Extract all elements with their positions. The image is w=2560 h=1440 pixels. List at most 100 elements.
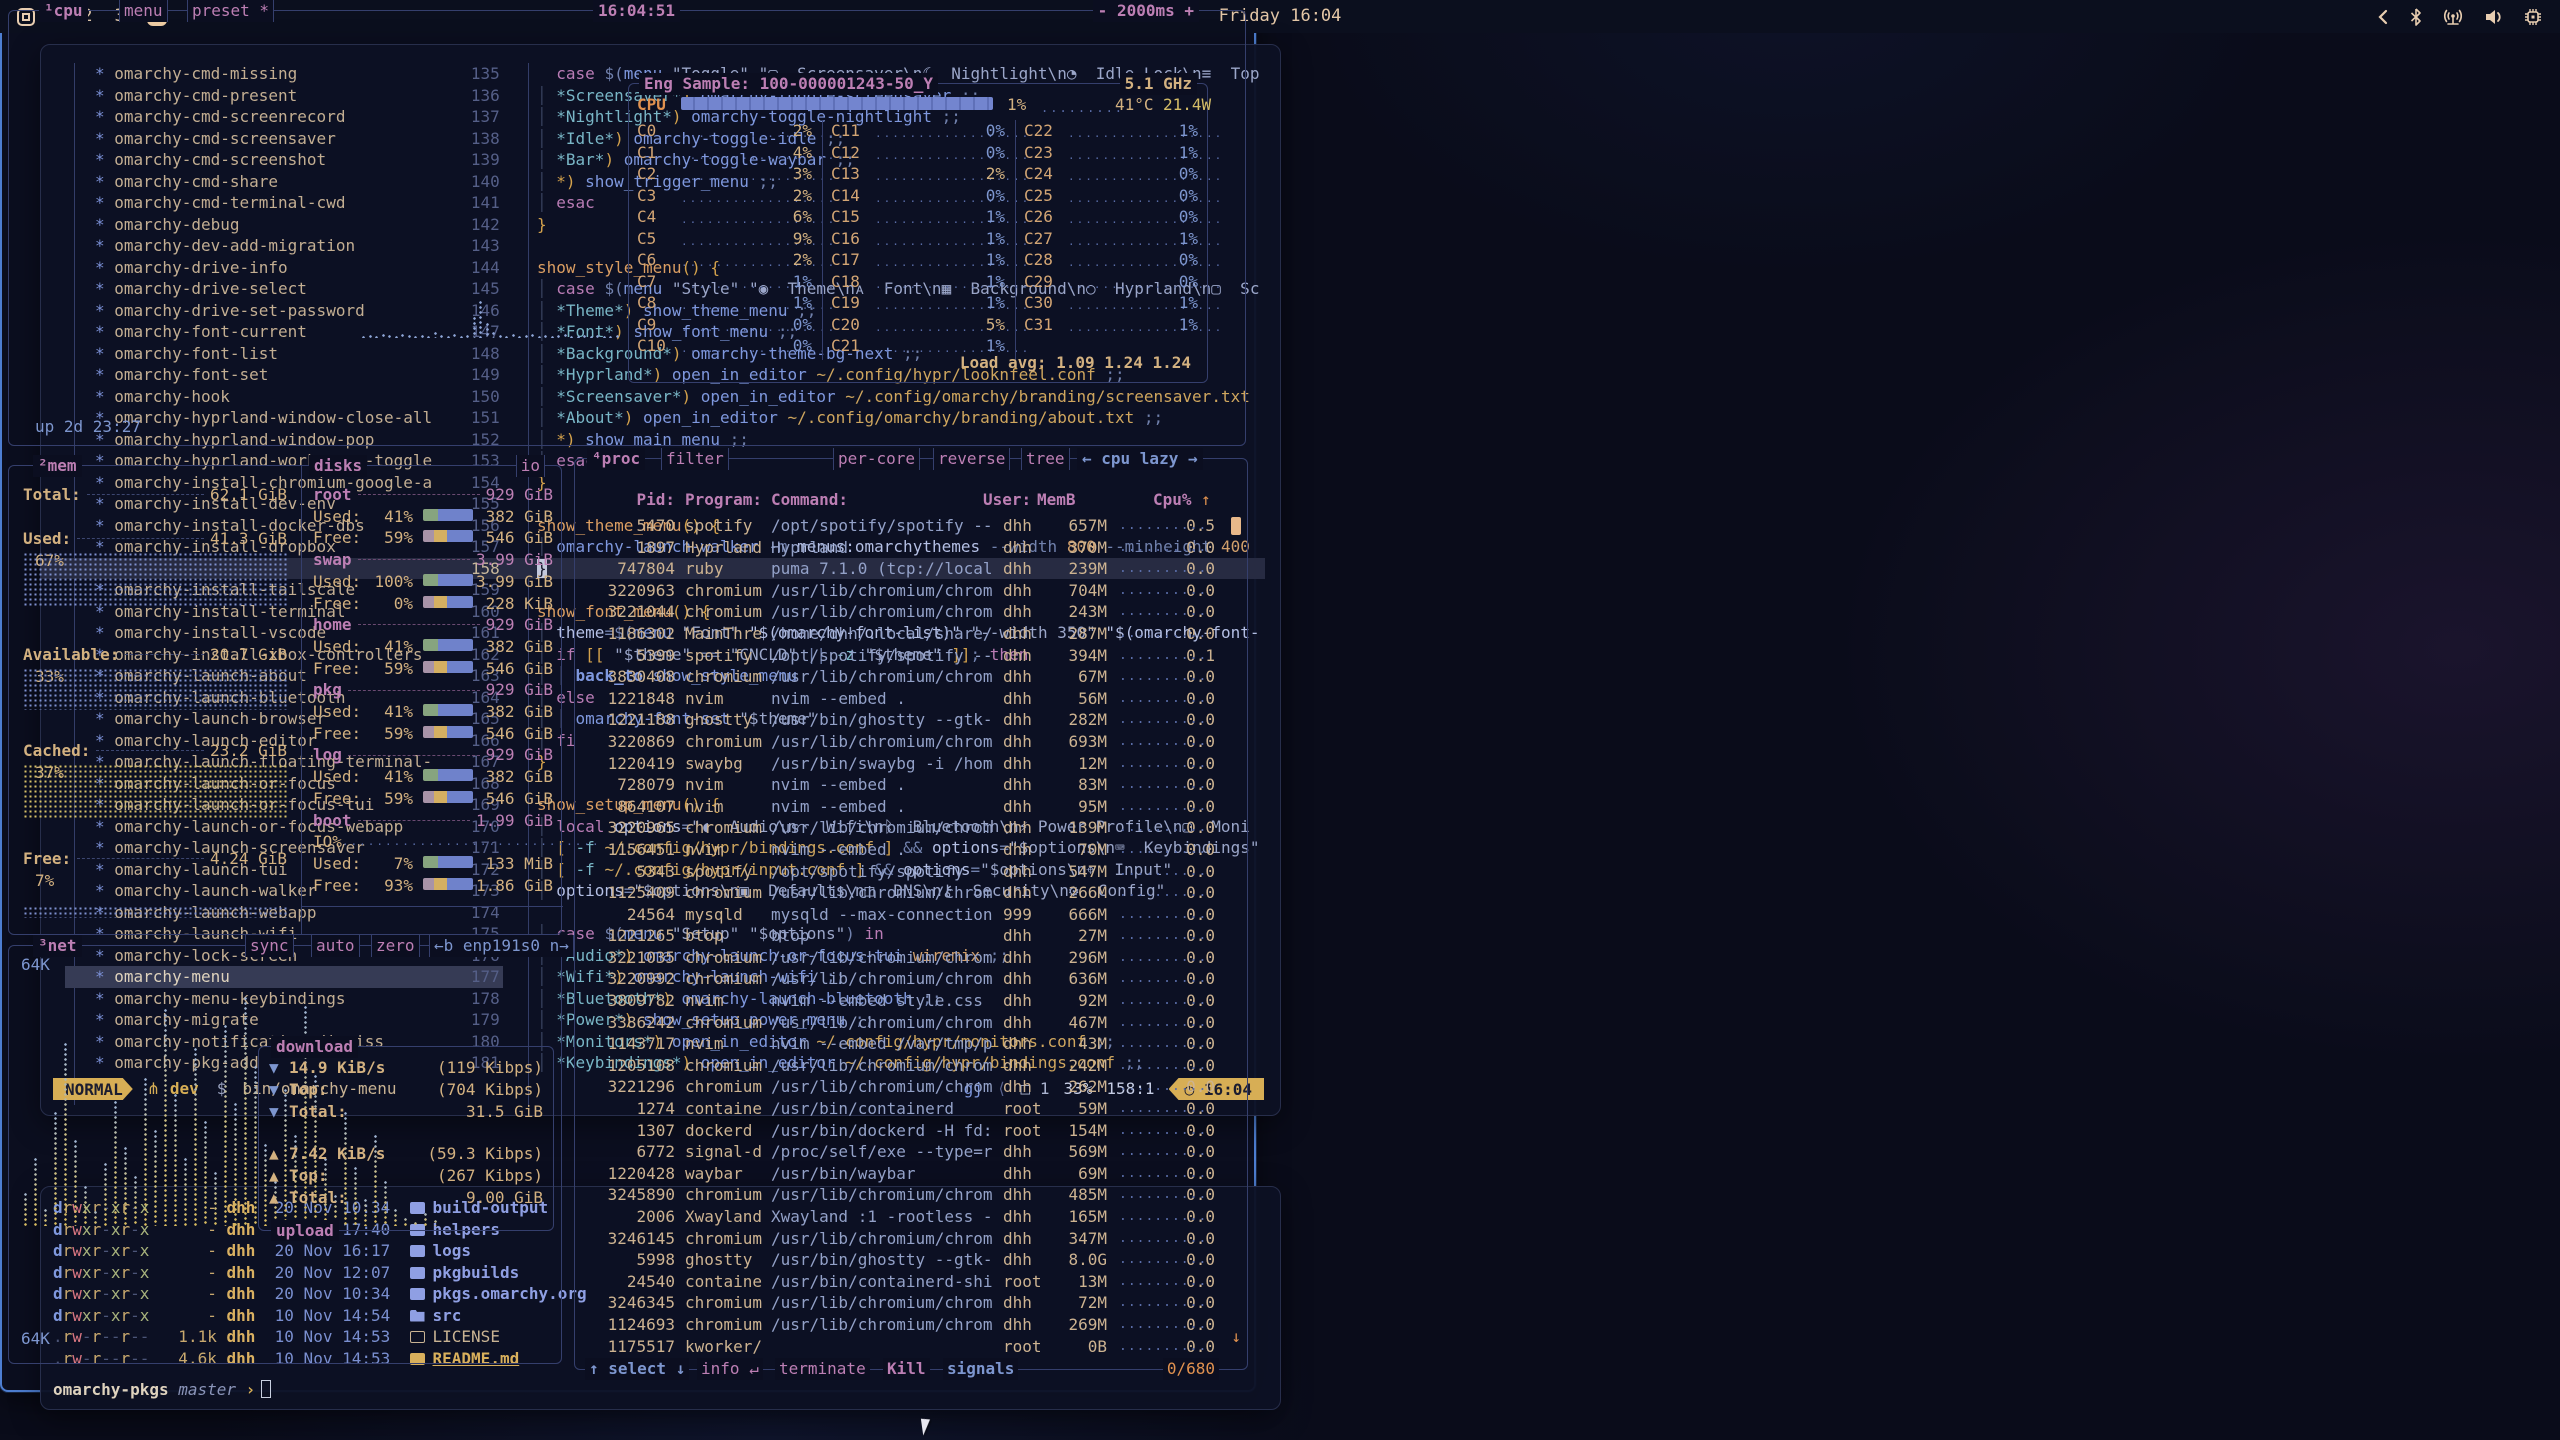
proc-scrollbar[interactable] xyxy=(1231,517,1241,535)
per-core-tab[interactable]: per-core xyxy=(833,448,920,470)
terminate-button[interactable]: terminate xyxy=(775,1358,870,1380)
cpu-panel-title[interactable]: ¹cpu xyxy=(39,0,88,22)
process-row[interactable]: 3220869chromium/usr/lib/chromium/chromdh… xyxy=(595,731,1235,753)
cpu-core-box: Eng Sample: 100-000001243-50_Y 5.1 GHz C… xyxy=(628,83,1208,383)
mem-row-Available: Available:20.7 GiB xyxy=(23,644,287,666)
process-row[interactable]: 2006XwaylandXwayland :1 -rootless -dhh16… xyxy=(595,1206,1235,1228)
core-row-C30: C30..................1% xyxy=(1016,292,1208,314)
process-row[interactable]: 1186302MainThre/home/dhh/.local/share/dh… xyxy=(595,623,1235,645)
auto-tab[interactable]: auto xyxy=(311,935,360,957)
terminal-cursor xyxy=(261,1380,271,1398)
sort-tab[interactable]: ← cpu lazy → xyxy=(1077,448,1203,470)
process-row[interactable]: 1175517kworker/root0B0.0.......... xyxy=(595,1336,1235,1358)
process-row[interactable]: 1221848nvimnvim --embed .dhh56M0.0......… xyxy=(595,688,1235,710)
btop-window[interactable]: ¹cpu menu preset * 16:04:51 - 2000ms + u… xyxy=(0,0,1256,1392)
process-row[interactable]: 3221035chromium/usr/lib/chromium/chromdh… xyxy=(595,947,1235,969)
volume-icon[interactable] xyxy=(2484,8,2504,26)
process-row[interactable]: 3220965chromium/usr/lib/chromium/chromdh… xyxy=(595,817,1235,839)
process-row[interactable]: 3246345chromium/usr/lib/chromium/chromdh… xyxy=(595,1292,1235,1314)
process-row[interactable]: 1221265btopbtopdhh27M0.0.......... xyxy=(595,925,1235,947)
proc-panel-title[interactable]: ⁴proc xyxy=(587,448,645,470)
core-row-C31: C31..................1% xyxy=(1016,314,1208,336)
process-row[interactable]: 5343spotify/opt/spotify/spotifydhh547M0.… xyxy=(595,861,1235,883)
download-upload-box: download upload ▼14.9 KiB/s(119 Kibps)▼T… xyxy=(258,1046,554,1231)
memory-panel: ²mem disks io Total:62.1 GiBUsed:41.3 Gi… xyxy=(8,465,562,935)
process-row[interactable]: 6772signal-d/proc/self/exe --type=rdhh56… xyxy=(595,1141,1235,1163)
mem-row-Total: Total:62.1 GiB xyxy=(23,484,287,506)
mem-row-Used: Used:41.3 GiB xyxy=(23,528,287,550)
cpu-panel: ¹cpu menu preset * 16:04:51 - 2000ms + u… xyxy=(8,10,1246,446)
process-row[interactable]: 24540containe/usr/bin/containerd-shiroot… xyxy=(595,1271,1235,1293)
process-row[interactable]: 5399spotify/opt/spotify/spotify --dhh394… xyxy=(595,645,1235,667)
disk-pkg: pkg929 GiB xyxy=(313,679,553,701)
mem-graph-3 xyxy=(23,906,287,918)
process-row[interactable]: 3246145chromium/usr/lib/chromium/chromdh… xyxy=(595,1228,1235,1250)
core-row-C29: C29..................0% xyxy=(1016,271,1208,293)
download-title: download xyxy=(271,1036,358,1058)
kill-button[interactable]: Kill xyxy=(883,1358,930,1380)
process-row[interactable]: 3220963chromium/usr/lib/chromium/chromdh… xyxy=(595,580,1235,602)
process-row[interactable]: 3386242chromium/usr/lib/chromium/chromdh… xyxy=(595,1012,1235,1034)
core-row-C14: C14..................0% xyxy=(823,185,1015,207)
update-interval[interactable]: - 2000ms + xyxy=(1093,0,1199,22)
process-row[interactable]: 3830408chromium/usr/lib/chromium/chromdh… xyxy=(595,666,1235,688)
preset-tab[interactable]: preset * xyxy=(187,0,274,22)
shell-prompt[interactable]: omarchy-pkgs master › xyxy=(53,1379,271,1401)
process-row[interactable]: 5998ghostty/usr/bin/ghostty --gtk-dhh8.0… xyxy=(595,1249,1235,1271)
sync-tab[interactable]: sync xyxy=(245,935,294,957)
upload-title: upload xyxy=(271,1220,339,1242)
process-row[interactable]: 1124693chromium/usr/lib/chromium/chromdh… xyxy=(595,1314,1235,1336)
process-row[interactable]: 1143717nvimnvim --embed /var/tmp/pdhh43M… xyxy=(595,1033,1235,1055)
filter-tab[interactable]: filter xyxy=(661,448,729,470)
disk-log: log929 GiB xyxy=(313,744,553,766)
info-button[interactable]: info ↵ xyxy=(697,1358,763,1380)
process-row[interactable]: 3809782nvimnvim --embed style.cssdhh92M0… xyxy=(595,990,1235,1012)
scroll-down-icon[interactable]: ↓ xyxy=(1231,1326,1241,1348)
signals-button[interactable]: signals xyxy=(943,1358,1018,1380)
mem-graph-0 xyxy=(23,552,287,608)
system-tray xyxy=(2376,0,2542,33)
process-row[interactable]: 3220992chromium/usr/lib/chromium/chromdh… xyxy=(595,968,1235,990)
process-row[interactable]: 1220428waybar/usr/bin/waybardhh69M0.0...… xyxy=(595,1163,1235,1185)
process-row[interactable]: 1220419swaybg/usr/bin/swaybg -i /homdhh1… xyxy=(595,753,1235,775)
process-row[interactable]: 747804rubypuma 7.1.0 (tcp://localdhh239M… xyxy=(595,558,1235,580)
process-row[interactable]: 3221044chromium/usr/lib/chromium/chromdh… xyxy=(595,601,1235,623)
core-row-C13: C13..................2% xyxy=(823,163,1015,185)
process-row[interactable]: 1221188ghostty/usr/bin/ghostty --gtk-dhh… xyxy=(595,709,1235,731)
disk-home: home929 GiB xyxy=(313,614,553,636)
process-row[interactable]: 3245890chromium/usr/lib/chromium/chromdh… xyxy=(595,1184,1235,1206)
menu-tab[interactable]: menu xyxy=(119,0,168,22)
network-icon[interactable] xyxy=(2442,8,2464,26)
core-row-C27: C27..................1% xyxy=(1016,228,1208,250)
zero-tab[interactable]: zero xyxy=(371,935,420,957)
process-row[interactable]: 1156451nvimnvim --embed .dhh70M0.0......… xyxy=(595,839,1235,861)
process-row[interactable]: 1897HyprlandHyprlanddhh370M0.0.......... xyxy=(595,537,1235,559)
process-row[interactable]: 3221296chromium/usr/lib/chromium/chromdh… xyxy=(595,1076,1235,1098)
core-row-C10: C10..................0% xyxy=(629,335,822,357)
chip-icon[interactable] xyxy=(2524,8,2542,26)
process-row[interactable]: 864107nvimnvim --embed .dhh95M0.0.......… xyxy=(595,796,1235,818)
select-button[interactable]: ↑ select ↓ xyxy=(589,1359,685,1378)
process-row[interactable]: 1274containe/usr/bin/containerdroot59M0.… xyxy=(595,1098,1235,1120)
process-row[interactable]: 24564mysqldmysqld --max-connection999666… xyxy=(595,904,1235,926)
mem-column: Total:62.1 GiBUsed:41.3 GiB67%Available:… xyxy=(9,466,301,934)
core-row-C4: C4..................6% xyxy=(629,206,822,228)
reverse-tab[interactable]: reverse xyxy=(933,448,1010,470)
core-row-C28: C28..................0% xyxy=(1016,249,1208,271)
process-row[interactable]: 728079nvimnvim --embed .dhh83M0.0.......… xyxy=(595,774,1235,796)
process-row[interactable]: 5470spotify/opt/spotify/spotify --dhh657… xyxy=(595,515,1235,537)
process-row[interactable]: 1125409chromium/usr/lib/chromium/chromdh… xyxy=(595,882,1235,904)
net-scale-bottom: 64K xyxy=(21,1328,50,1350)
mem-row-Cached: Cached:23.2 GiB xyxy=(23,740,287,762)
core-row-C20: C20..................5% xyxy=(823,314,1015,336)
sort-arrow-icon[interactable]: ↑ xyxy=(1201,489,1211,511)
interface-tab[interactable]: ←b enp191s0 n→ xyxy=(429,935,574,957)
chevron-left-icon[interactable] xyxy=(2376,9,2390,25)
process-row[interactable]: 1307dockerd/usr/bin/dockerd -H fd:root15… xyxy=(595,1120,1235,1142)
tree-tab[interactable]: tree xyxy=(1021,448,1070,470)
cpu-total-row: CPU 1% ......... 41°C 21.4W xyxy=(629,94,1207,116)
core-row-C0: C0..................2% xyxy=(629,120,822,142)
process-row[interactable]: 1205108chromium/usr/lib/chromium/chromdh… xyxy=(595,1055,1235,1077)
bluetooth-icon[interactable] xyxy=(2410,8,2422,26)
process-panel: ⁴proc filter per-core reverse tree ← cpu… xyxy=(574,458,1248,1370)
